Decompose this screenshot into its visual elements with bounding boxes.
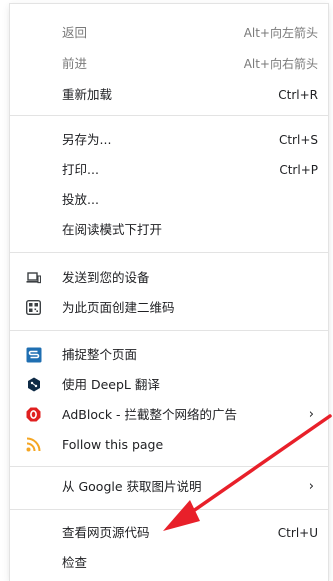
- annotation-arrow-icon: [163, 414, 332, 531]
